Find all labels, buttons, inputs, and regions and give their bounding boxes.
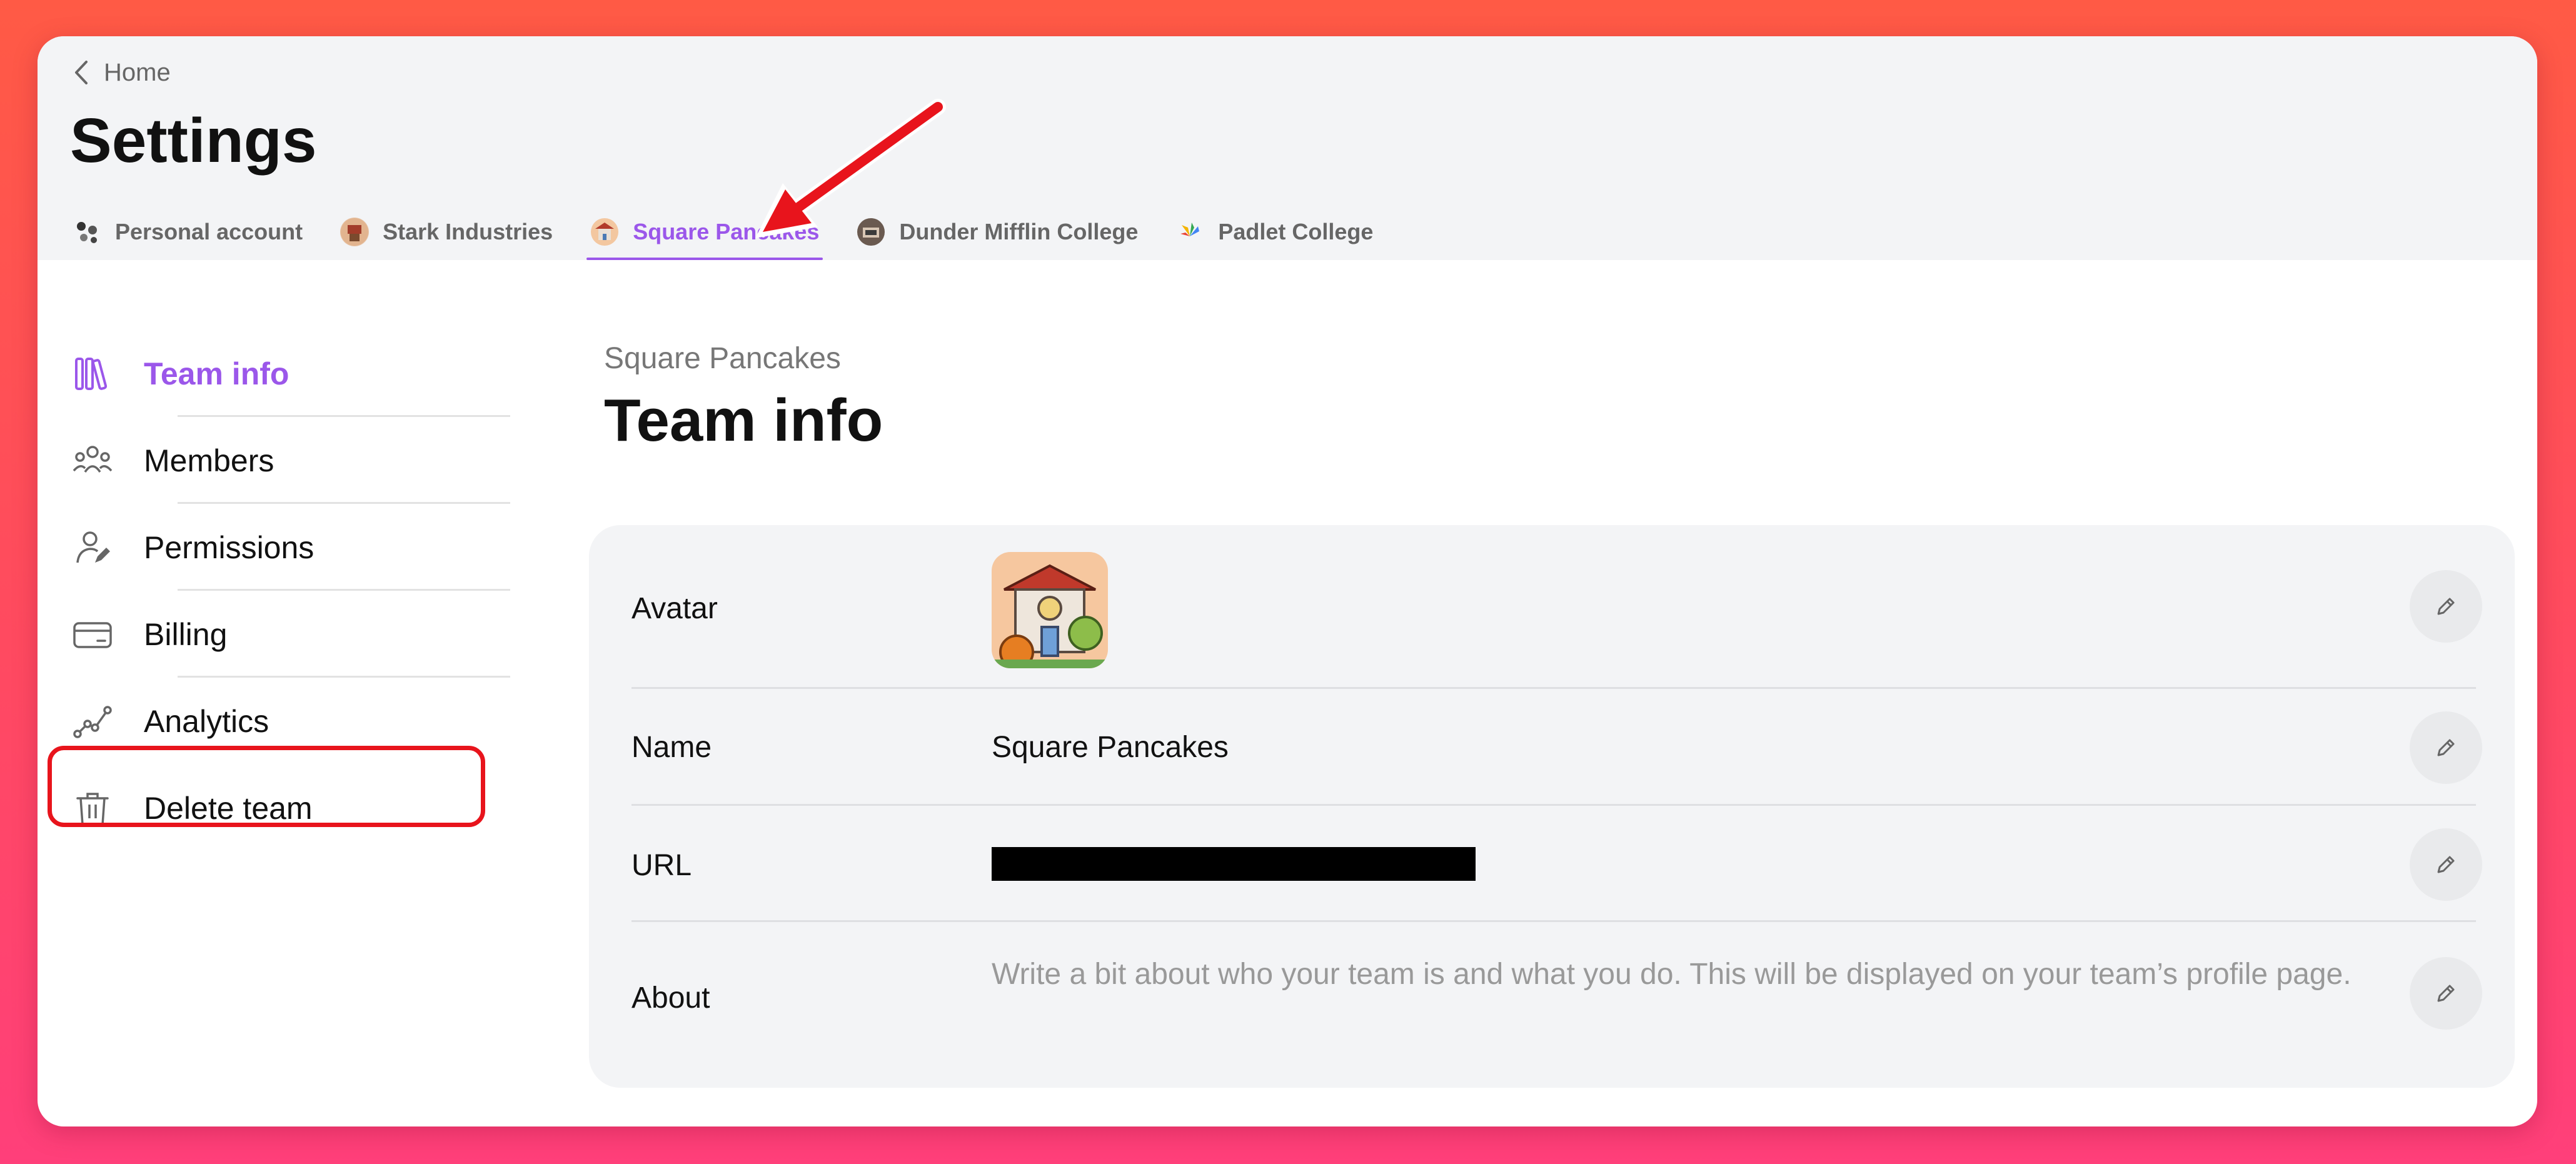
team-name-value: Square Pancakes bbox=[992, 731, 1229, 764]
sidebar-item-team-info[interactable]: Team info bbox=[73, 330, 510, 417]
about-label: About bbox=[631, 981, 710, 1015]
pencil-icon bbox=[2437, 856, 2455, 873]
avatar-label: Avatar bbox=[631, 592, 718, 625]
books-icon bbox=[73, 354, 113, 394]
section-title: Team info bbox=[604, 387, 883, 454]
chevron-left-icon bbox=[75, 61, 88, 84]
padlet-avatar-icon bbox=[1175, 218, 1204, 246]
user-pencil-icon bbox=[73, 528, 113, 568]
line-graph-icon bbox=[73, 701, 113, 741]
people-icon bbox=[73, 441, 113, 481]
sidebar-item-label: Billing bbox=[144, 616, 228, 652]
name-label: Name bbox=[631, 731, 712, 764]
edit-about-button[interactable] bbox=[2410, 957, 2482, 1030]
tab-padlet-college[interactable]: Padlet College bbox=[1175, 205, 1373, 259]
settings-header: Home Settings Personal account Stark Ind… bbox=[38, 36, 2537, 260]
tab-label: Stark Industries bbox=[383, 219, 553, 244]
pencil-icon bbox=[2437, 985, 2455, 1002]
tab-label: Personal account bbox=[115, 219, 303, 244]
about-row: About Write a bit about who your team is… bbox=[631, 922, 2482, 1066]
sidebar-item-billing[interactable]: Billing bbox=[73, 591, 510, 678]
sidebar-item-label: Members bbox=[144, 443, 274, 478]
sidebar-item-label: Analytics bbox=[144, 703, 269, 739]
annotation-arrow-icon bbox=[755, 99, 946, 238]
sidebar-item-permissions[interactable]: Permissions bbox=[73, 504, 510, 591]
delete-team-highlight bbox=[48, 746, 485, 827]
team-info-card: Avatar Name Square Pancakes URL About Wr… bbox=[589, 525, 2515, 1088]
breadcrumb: Square Pancakes bbox=[604, 342, 841, 375]
redacted-url-value bbox=[992, 847, 1476, 881]
pencil-icon bbox=[2437, 739, 2455, 756]
edit-avatar-button[interactable] bbox=[2410, 570, 2482, 643]
tab-personal-account[interactable]: Personal account bbox=[73, 205, 303, 259]
back-label: Home bbox=[104, 58, 171, 86]
tab-stark-industries[interactable]: Stark Industries bbox=[340, 205, 553, 259]
square-pancakes-avatar-icon bbox=[590, 218, 619, 246]
avatar-row: Avatar bbox=[631, 525, 2482, 689]
url-row: URL bbox=[631, 806, 2482, 922]
stark-avatar-icon bbox=[340, 218, 370, 246]
edit-name-button[interactable] bbox=[2410, 711, 2482, 784]
credit-card-icon bbox=[73, 615, 113, 655]
edit-url-button[interactable] bbox=[2410, 828, 2482, 901]
team-avatar bbox=[992, 552, 1108, 668]
name-row: Name Square Pancakes bbox=[631, 689, 2482, 806]
back-home-link[interactable]: Home bbox=[73, 55, 171, 90]
url-label: URL bbox=[631, 849, 692, 882]
page-title: Settings bbox=[70, 106, 317, 176]
about-placeholder[interactable]: Write a bit about who your team is and w… bbox=[992, 951, 2367, 998]
tab-label: Padlet College bbox=[1218, 219, 1374, 244]
personal-avatar-icon bbox=[73, 218, 101, 246]
sidebar-item-members[interactable]: Members bbox=[73, 417, 510, 504]
sidebar-item-label: Team info bbox=[144, 356, 289, 391]
sidebar-item-label: Permissions bbox=[144, 529, 314, 565]
pencil-icon bbox=[2437, 598, 2455, 615]
settings-window: Home Settings Personal account Stark Ind… bbox=[38, 36, 2537, 1126]
